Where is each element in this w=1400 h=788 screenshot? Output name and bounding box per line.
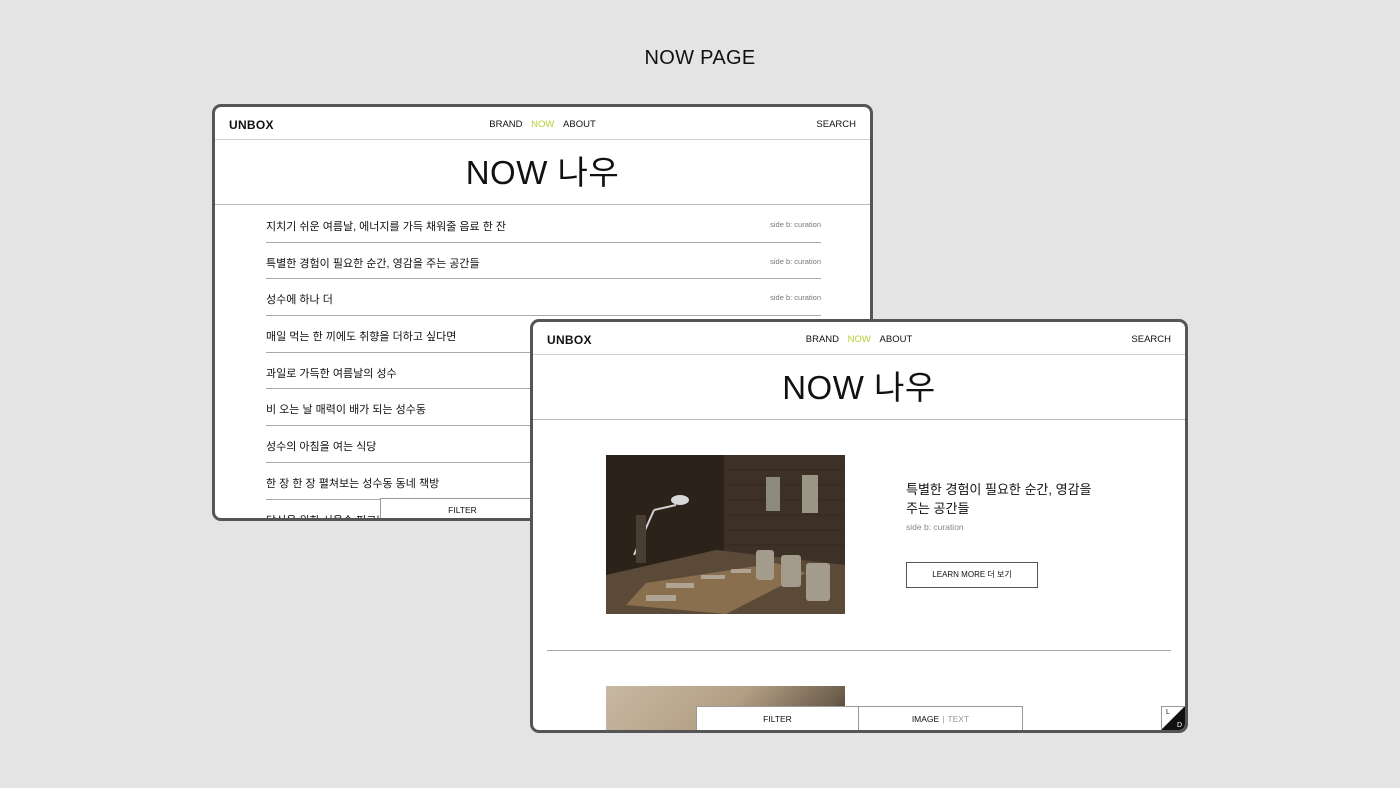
dark-mode-label: D bbox=[1176, 722, 1182, 729]
nav-item-brand[interactable]: BRAND bbox=[806, 334, 839, 345]
view-toggle[interactable]: IMAGE | TEXT bbox=[859, 707, 1022, 730]
list-item[interactable]: 지치기 쉬운 여름날, 에너지를 가득 채워줄 음료 한 잔 side b: c… bbox=[266, 206, 821, 243]
image-view-option[interactable]: IMAGE bbox=[912, 714, 939, 724]
learn-more-button[interactable]: LEARN MORE 더 보기 bbox=[906, 562, 1038, 588]
main-menu: BRAND NOW ABOUT bbox=[533, 334, 1185, 345]
feature-image[interactable] bbox=[606, 455, 845, 614]
light-mode-label: L bbox=[1166, 709, 1170, 716]
nav-item-brand[interactable]: BRAND bbox=[489, 119, 522, 130]
list-item-title: 성수에 하나 더 bbox=[266, 294, 333, 307]
list-item-tag: side b: curation bbox=[770, 220, 821, 229]
search-link[interactable]: SEARCH bbox=[1131, 334, 1171, 345]
list-item-title: 과일로 가득한 여름날의 성수 bbox=[266, 367, 397, 380]
list-item-tag: side b: curation bbox=[770, 256, 821, 266]
feature-title[interactable]: 특별한 경험이 필요한 순간, 영감을 주는 공간들 bbox=[906, 480, 1106, 518]
list-item-title: 성수의 아침을 여는 식당 bbox=[266, 441, 377, 454]
divider bbox=[547, 650, 1171, 651]
top-nav: UNBOX BRAND NOW ABOUT SEARCH bbox=[533, 322, 1185, 355]
nav-item-now[interactable]: NOW bbox=[848, 334, 871, 345]
list-item-tag: side b: curation bbox=[770, 293, 821, 303]
view-toolbar: FILTER IMAGE | TEXT bbox=[696, 706, 1023, 730]
main-menu: BRAND NOW ABOUT bbox=[215, 119, 870, 130]
list-item[interactable]: 특별한 경험이 필요한 순간, 영감을 주는 공간들 side b: curat… bbox=[266, 243, 821, 280]
top-nav: UNBOX BRAND NOW ABOUT SEARCH bbox=[215, 107, 870, 140]
list-item-title: 비 오는 날 매력이 배가 되는 성수동 bbox=[266, 404, 427, 417]
list-item-title: 특별한 경험이 필요한 순간, 영감을 주는 공간들 bbox=[266, 257, 480, 270]
search-link[interactable]: SEARCH bbox=[816, 119, 856, 130]
theme-toggle[interactable]: L D bbox=[1161, 706, 1185, 730]
filter-button[interactable]: FILTER bbox=[380, 498, 545, 518]
nav-item-now[interactable]: NOW bbox=[531, 119, 554, 130]
nav-item-about[interactable]: ABOUT bbox=[563, 119, 596, 130]
feature-tag: side b: curation bbox=[906, 522, 964, 532]
nav-item-about[interactable]: ABOUT bbox=[880, 334, 913, 345]
list-item[interactable]: 성수에 하나 더 side b: curation bbox=[266, 279, 821, 317]
list-item-title: 지치기 쉬운 여름날, 에너지를 가득 채워줄 음료 한 잔 bbox=[266, 221, 507, 233]
filter-button[interactable]: FILTER bbox=[697, 707, 859, 730]
text-view-option[interactable]: TEXT bbox=[947, 714, 969, 724]
page-title: NOW 나우 bbox=[533, 355, 1185, 420]
list-item-title: 매일 먹는 한 끼에도 취향을 더하고 싶다면 bbox=[266, 331, 457, 344]
device-image-view: UNBOX BRAND NOW ABOUT SEARCH NOW 나우 특별한 … bbox=[530, 319, 1188, 733]
list-item-title: 한 장 한 장 펼쳐보는 성수동 동네 책방 bbox=[266, 477, 440, 490]
list-item-title: 당신을 위한 서울숲 피크닉 bbox=[266, 514, 387, 521]
page-title: NOW 나우 bbox=[215, 140, 870, 205]
page-heading: NOW PAGE bbox=[644, 47, 756, 69]
separator: | bbox=[942, 714, 945, 724]
cafe-interior-photo bbox=[606, 455, 845, 614]
